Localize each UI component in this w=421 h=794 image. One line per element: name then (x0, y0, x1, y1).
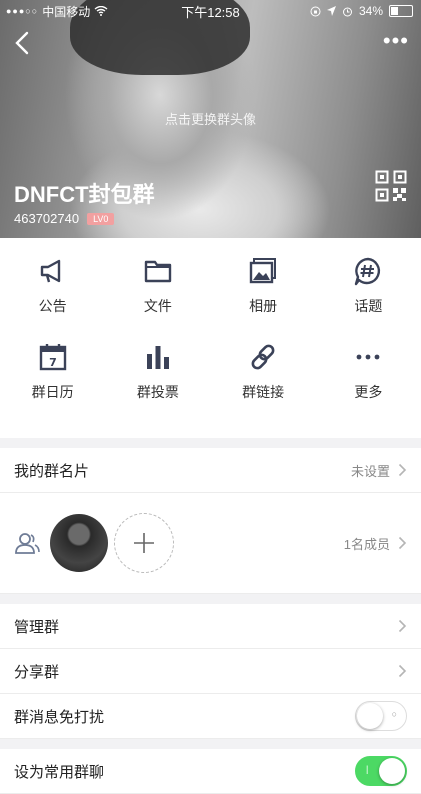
group-name: DNFCT封包群 (14, 182, 155, 207)
member-count: 1名成员 (343, 536, 390, 552)
photo-album-icon (249, 258, 277, 284)
action-label: 公告 (38, 298, 67, 314)
action-link[interactable]: 群链接 (211, 342, 316, 428)
calendar-icon: 7 (39, 344, 66, 371)
section-divider (0, 438, 421, 448)
chevron-right-icon (398, 463, 407, 477)
action-more[interactable]: 更多 (316, 342, 421, 428)
mute-notifications-label: 群消息免打扰 (14, 708, 105, 726)
action-label: 文件 (143, 298, 172, 314)
group-cover-header[interactable]: ●●●○○ 中国移动 下午12:58 34% ••• 点击更换群头像 DNFCT… (0, 0, 421, 238)
share-group-row[interactable]: 分享群 (0, 649, 421, 694)
qr-code-icon[interactable] (375, 170, 407, 202)
member-avatar[interactable] (50, 514, 108, 572)
svg-text:7: 7 (49, 356, 57, 369)
link-icon (251, 344, 275, 370)
action-label: 群日历 (31, 384, 74, 400)
add-member-button[interactable] (114, 513, 174, 573)
action-calendar[interactable]: 7 群日历 (0, 342, 105, 428)
members-icon (15, 533, 40, 554)
folder-icon (144, 260, 172, 283)
battery-percent: 34% (358, 4, 383, 18)
chevron-right-icon (398, 619, 407, 633)
battery-icon (389, 5, 413, 17)
action-files[interactable]: 文件 (105, 256, 210, 342)
lock-rotation-icon (310, 6, 321, 16)
toggle-off-mark-icon: ○ (391, 709, 397, 719)
manage-group-label: 管理群 (14, 618, 60, 636)
change-avatar-hint[interactable]: 点击更换群头像 (165, 109, 256, 128)
level-badge: LV0 (87, 212, 115, 225)
section-divider (0, 594, 421, 604)
action-vote[interactable]: 群投票 (105, 342, 210, 428)
section-divider (0, 739, 421, 749)
toggle-on-mark-icon: | (366, 764, 369, 774)
my-group-card-row[interactable]: 我的群名片 未设置 (0, 448, 421, 493)
favorite-chat-label: 设为常用群聊 (14, 763, 105, 781)
action-label: 群链接 (242, 384, 285, 400)
bar-chart-icon (146, 346, 169, 369)
my-group-card-label: 我的群名片 (14, 462, 90, 480)
chevron-right-icon (398, 664, 407, 678)
action-label: 更多 (354, 384, 383, 400)
members-row[interactable]: 1名成员 (0, 493, 421, 594)
megaphone-icon (40, 259, 60, 283)
location-icon (326, 6, 336, 16)
more-icon (356, 354, 380, 360)
hashtag-icon (355, 257, 381, 286)
status-bar: ●●●○○ 中国移动 下午12:58 34% (0, 0, 421, 22)
toggle-knob (357, 703, 383, 729)
share-group-label: 分享群 (14, 663, 60, 681)
action-topics[interactable]: 话题 (316, 256, 421, 342)
plus-icon (134, 533, 154, 553)
action-announcement[interactable]: 公告 (0, 256, 105, 342)
more-options-icon[interactable]: ••• (383, 30, 409, 52)
chevron-right-icon (398, 536, 407, 550)
action-label: 话题 (354, 298, 383, 314)
action-album[interactable]: 相册 (211, 256, 316, 342)
alarm-icon (342, 7, 352, 16)
mute-notifications-row: 群消息免打扰 ○ (0, 694, 421, 739)
toggle-knob (379, 758, 405, 784)
mute-notifications-toggle[interactable]: ○ (355, 701, 407, 731)
my-group-card-value: 未设置 (350, 463, 390, 479)
group-id: 463702740 (14, 211, 80, 226)
manage-group-row[interactable]: 管理群 (0, 604, 421, 649)
favorite-chat-toggle[interactable]: | (355, 756, 407, 786)
group-id-row: 463702740 LV0 (14, 211, 115, 226)
action-label: 相册 (249, 298, 278, 314)
group-action-grid: 公告 文件 相册 话题 7 群日历 群投票 群链接 更多 (0, 238, 421, 438)
back-chevron-icon[interactable] (10, 30, 36, 56)
favorite-chat-row: 设为常用群聊 | (0, 749, 421, 794)
action-label: 群投票 (136, 384, 179, 400)
